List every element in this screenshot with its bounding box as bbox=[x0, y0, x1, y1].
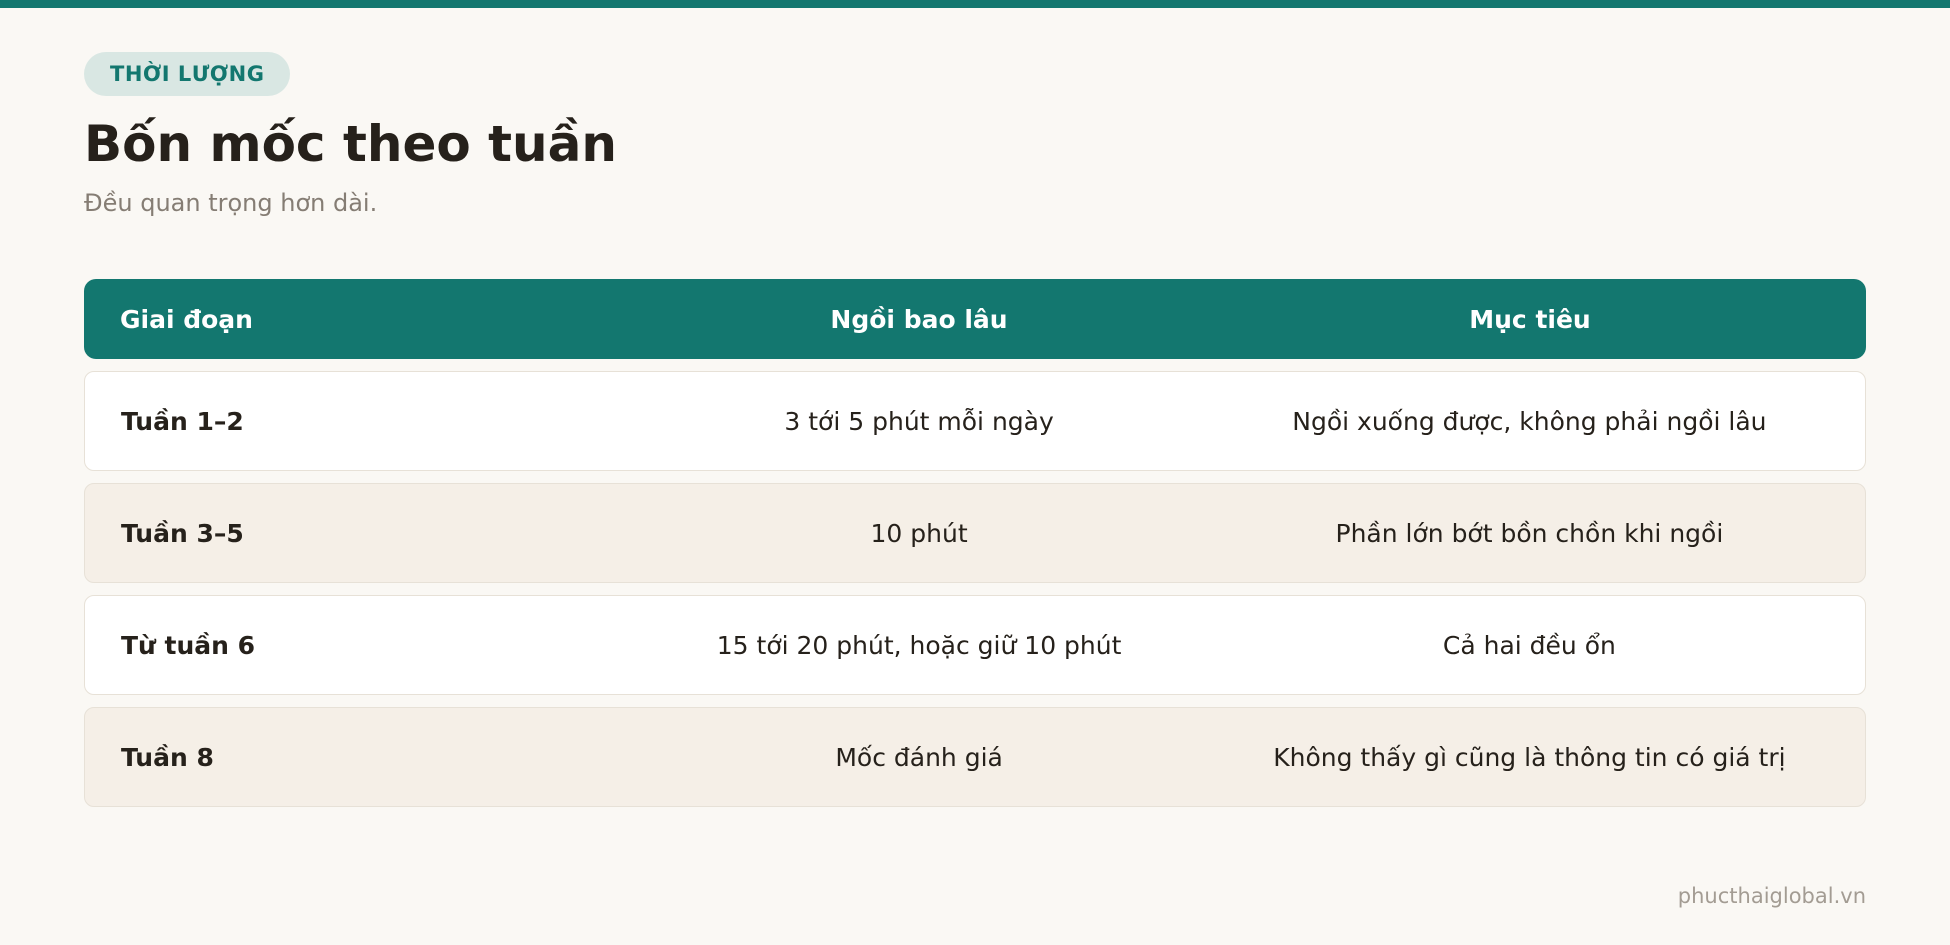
footer-website: phucthaiglobal.vn bbox=[1677, 884, 1866, 908]
cell-duration: 15 tới 20 phút, hoặc giữ 10 phút bbox=[716, 630, 1122, 660]
table-header: Giai đoạn Ngồi bao lâu Mục tiêu bbox=[84, 279, 1866, 359]
cell-duration: Mốc đánh giá bbox=[835, 742, 1003, 772]
cell-stage: Tuần 8 bbox=[121, 742, 214, 772]
cell-stage: Từ tuần 6 bbox=[121, 630, 256, 660]
table-row: Từ tuần 6 15 tới 20 phút, hoặc giữ 10 ph… bbox=[84, 595, 1866, 695]
cell-goal: Không thấy gì cũng là thông tin có giá t… bbox=[1273, 742, 1786, 772]
cell-duration: 3 tới 5 phút mỗi ngày bbox=[784, 406, 1054, 436]
header-goal: Mục tiêu bbox=[1469, 304, 1591, 334]
table-row: Tuần 3–5 10 phút Phần lớn bớt bồn chồn k… bbox=[84, 483, 1866, 583]
cell-goal: Phần lớn bớt bồn chồn khi ngồi bbox=[1335, 518, 1724, 548]
cell-stage: Tuần 3–5 bbox=[121, 518, 244, 548]
cell-duration: 10 phút bbox=[870, 518, 968, 548]
page-title: Bốn mốc theo tuần bbox=[84, 115, 617, 173]
table-row: Tuần 1–2 3 tới 5 phút mỗi ngày Ngồi xuốn… bbox=[84, 371, 1866, 471]
top-accent-bar bbox=[0, 0, 1950, 8]
cell-stage: Tuần 1–2 bbox=[121, 406, 244, 436]
schedule-table: Giai đoạn Ngồi bao lâu Mục tiêu Tuần 1–2… bbox=[84, 279, 1866, 807]
header-duration: Ngồi bao lâu bbox=[830, 304, 1008, 334]
page-subtitle: Đều quan trọng hơn dài. bbox=[84, 189, 378, 217]
header-stage: Giai đoạn bbox=[120, 304, 253, 334]
section-tag: THỜI LƯỢNG bbox=[84, 52, 291, 96]
cell-goal: Ngồi xuống được, không phải ngồi lâu bbox=[1292, 406, 1767, 436]
cell-goal: Cả hai đều ổn bbox=[1442, 630, 1616, 660]
table-row: Tuần 8 Mốc đánh giá Không thấy gì cũng l… bbox=[84, 707, 1866, 807]
